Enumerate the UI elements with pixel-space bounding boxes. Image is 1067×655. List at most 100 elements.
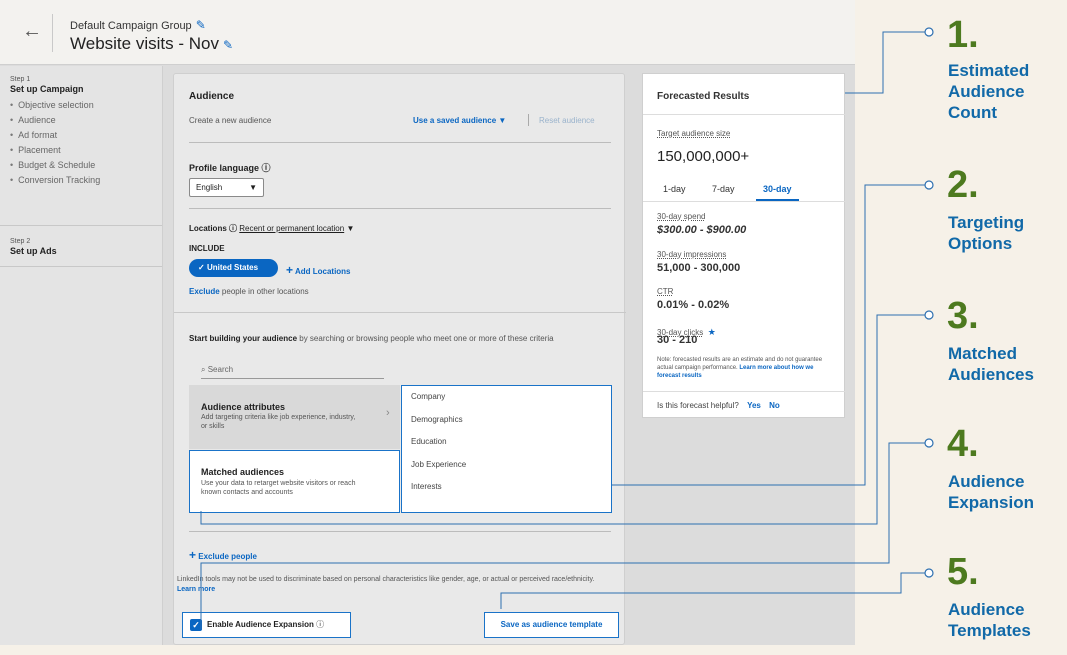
tab-1-day[interactable]: 1-day — [663, 184, 686, 194]
feedback-yes[interactable]: Yes — [747, 401, 761, 410]
arrow-left-icon[interactable]: ← — [22, 20, 42, 43]
forecast-title: Forecasted Results — [657, 91, 750, 102]
annotation-number-4: 4. — [947, 423, 979, 465]
forecast-note: Note: forecasted results are an estimate… — [657, 357, 823, 379]
step-title: Set up Campaign — [10, 84, 84, 94]
audience-attributes[interactable]: Audience attributes Add targeting criter… — [189, 385, 400, 449]
annotation-number-3: 3. — [947, 295, 979, 337]
campaign-name: Website visits - Nov ✎ — [70, 34, 234, 53]
ctr-value: 0.01% - 0.02% — [657, 299, 730, 311]
location-pill[interactable]: ✓ United States — [189, 259, 278, 277]
plus-icon: + — [189, 548, 197, 562]
feedback-no[interactable]: No — [769, 401, 780, 410]
caret-down-icon: ▼ — [249, 183, 257, 192]
connector-1 — [845, 31, 925, 94]
sidebar-item-conversion[interactable]: Conversion Tracking — [10, 173, 162, 188]
include-label: INCLUDE — [189, 244, 225, 253]
exclude-locations: Exclude people in other locations — [189, 287, 309, 296]
audience-actions: ✓ Enable Audience Expansion ⓘ Save as au… — [182, 610, 619, 644]
pencil-icon[interactable]: ✎ — [196, 18, 206, 32]
annotation-number-1: 1. — [947, 14, 979, 56]
target-size-value: 150,000,000+ — [657, 148, 750, 165]
attributes-title: Audience attributes — [201, 402, 286, 412]
sidebar-item-objective[interactable]: Objective selection — [10, 98, 162, 113]
check-icon: ✓ — [198, 263, 207, 272]
sidebar-item-ad-format[interactable]: Ad format — [10, 128, 162, 143]
divider — [643, 114, 846, 115]
checkbox-checked-icon: ✓ — [190, 619, 202, 631]
divider — [52, 14, 53, 52]
add-locations-button[interactable]: + Add Locations — [286, 263, 351, 277]
attributes-desc: Add targeting criteria like job experien… — [201, 414, 356, 430]
campaign-group-name: Default Campaign Group ✎ — [70, 18, 206, 32]
sidebar-item-placement[interactable]: Placement — [10, 143, 162, 158]
enable-expansion-checkbox[interactable]: ✓ Enable Audience Expansion ⓘ — [182, 612, 351, 638]
dropdown-item-job-experience[interactable]: Job Experience — [402, 454, 611, 477]
dropdown-item-demographics[interactable]: Demographics — [402, 409, 611, 432]
divider — [643, 201, 846, 202]
exclude-people-button[interactable]: + Exclude people — [189, 548, 257, 562]
top-bar: ← Default Campaign Group ✎ Website visits… — [0, 0, 855, 65]
annotation-number-5: 5. — [947, 551, 979, 593]
sidebar-item-audience[interactable]: Audience — [10, 113, 162, 128]
ctr-label: CTR — [657, 287, 674, 296]
tab-7-day[interactable]: 7-day — [712, 184, 735, 194]
plus-icon: + — [286, 263, 294, 277]
impressions-value: 51,000 - 300,000 — [657, 262, 741, 274]
reset-audience[interactable]: Reset audience — [539, 116, 595, 125]
divider — [643, 391, 846, 392]
star-icon: ★ — [707, 327, 716, 337]
annotation-label-4: Audience Expansion — [948, 472, 1034, 512]
impressions-label: 30-day impressions — [657, 250, 727, 259]
target-size-label: Target audience size — [657, 129, 731, 138]
sidebar-item-budget[interactable]: Budget & Schedule — [10, 158, 162, 173]
forecast-feedback: Is this forecast helpful? Yes No — [657, 401, 780, 410]
connector-dot-4 — [924, 438, 934, 448]
search-icon: ⌕ — [201, 365, 208, 374]
search-input[interactable]: ⌕ Search — [201, 359, 384, 379]
help-icon[interactable]: ⓘ — [316, 620, 324, 629]
connector-dot-2 — [924, 180, 934, 190]
step-1[interactable]: Step 1 Set up Campaign Objective selecti… — [0, 66, 162, 226]
step-title: Set up Ads — [10, 246, 57, 256]
steps-sidebar: Step 1 Set up Campaign Objective selecti… — [0, 66, 163, 645]
dropdown-item-education[interactable]: Education — [402, 431, 611, 454]
matched-audiences[interactable]: Matched audiences Use your data to retar… — [189, 450, 400, 513]
audience-heading: Audience — [189, 91, 235, 102]
annotation-label-5: Audience Templates — [948, 600, 1031, 640]
use-saved-audience[interactable]: Use a saved audience ▼ — [413, 116, 506, 125]
spend-value: $300.00 - $900.00 — [657, 224, 747, 236]
dropdown-item-interests[interactable]: Interests — [402, 476, 611, 499]
dropdown-item-company[interactable]: Company — [402, 386, 611, 409]
save-template-button[interactable]: Save as audience template — [484, 612, 619, 638]
build-audience-text: Start building your audience by searchin… — [189, 334, 554, 343]
spend-label: 30-day spend — [657, 212, 706, 221]
help-icon[interactable]: ⓘ — [229, 224, 237, 233]
step-number: Step 1 — [10, 76, 31, 83]
divider — [189, 208, 611, 209]
create-new-audience: Create a new audience — [189, 116, 272, 125]
annotation-label-3: Matched Audiences — [948, 344, 1034, 384]
attributes-dropdown: Company Demographics Education Job Exper… — [401, 385, 612, 513]
divider — [189, 142, 611, 143]
language-select[interactable]: English ▼ — [189, 178, 264, 197]
divider — [189, 531, 611, 532]
profile-language-label: Profile language ⓘ — [189, 163, 271, 173]
annotation-label-1: Estimated Audience Count — [948, 61, 1030, 122]
connector-dot-1 — [924, 27, 934, 37]
connector-dot-5 — [924, 568, 934, 578]
matched-title: Matched audiences — [201, 467, 285, 477]
help-icon[interactable]: ⓘ — [262, 163, 271, 173]
step-2[interactable]: Step 2 Set up Ads — [0, 226, 162, 267]
tab-30-day[interactable]: 30-day — [763, 184, 792, 194]
locations-label: Locations ⓘ Recent or permanent location… — [189, 224, 355, 233]
learn-more-link[interactable]: Learn more — [177, 586, 215, 593]
divider — [528, 114, 529, 126]
caret-down-icon: ▼ — [346, 224, 355, 233]
step-1-items: Objective selection Audience Ad format P… — [10, 98, 162, 188]
exclude-locations-link[interactable]: Exclude — [189, 287, 220, 296]
matched-desc: Use your data to retarget website visito… — [201, 480, 356, 496]
pencil-icon[interactable]: ✎ — [223, 38, 233, 52]
location-type-select[interactable]: Recent or permanent location — [239, 224, 344, 233]
divider — [174, 312, 626, 313]
